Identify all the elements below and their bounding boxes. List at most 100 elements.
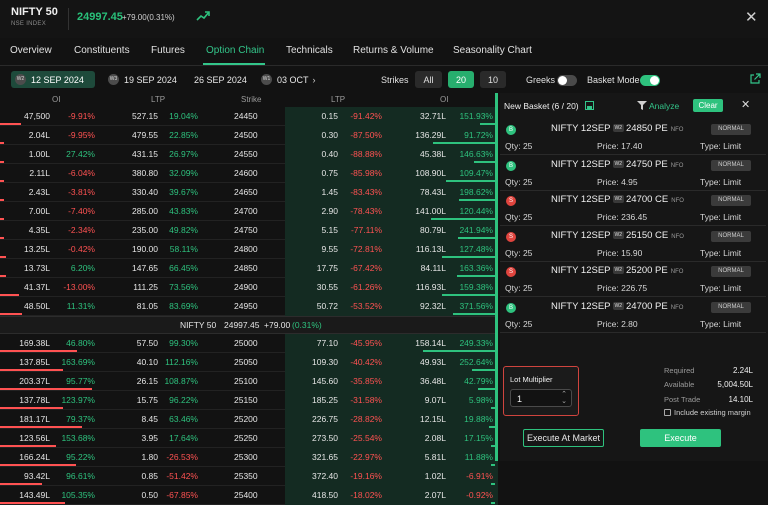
option-chain-row[interactable]: 7.00L -7.40% 285.00 43.83% 24700 2.90 -7… bbox=[0, 202, 498, 221]
option-chain-row[interactable]: 2.43L -3.81% 330.40 39.67% 24650 1.45 -8… bbox=[0, 183, 498, 202]
tab-futures[interactable]: Futures bbox=[151, 45, 185, 56]
put-ltp: 226.75 bbox=[312, 414, 338, 424]
basket-order[interactable]: S NIFTY 12SEP W2 25200 PE NFO NORMAL Qty: 2… bbox=[500, 262, 766, 297]
put-oi-change: -6.91% bbox=[466, 471, 493, 481]
chevron-right-icon[interactable]: › bbox=[313, 75, 316, 85]
call-ltp: 479.55 bbox=[132, 130, 158, 140]
put-oi-bar bbox=[491, 502, 495, 504]
option-chain-row[interactable]: 48.50L 11.31% 81.05 83.69% 24950 50.72 -… bbox=[0, 297, 498, 316]
lot-multiplier-input[interactable]: 1 ⌃ ⌄ bbox=[510, 389, 572, 407]
order-qty: Qty: 25 bbox=[505, 318, 533, 329]
put-oi: 36.48L bbox=[420, 376, 446, 386]
product-type-badge: NORMAL bbox=[711, 266, 751, 277]
tab-technicals[interactable]: Technicals bbox=[286, 45, 333, 56]
option-chain-row[interactable]: 123.56L 153.68% 3.95 17.64% 25250 273.50… bbox=[0, 429, 498, 448]
option-chain-row[interactable]: 137.78L 123.97% 15.75 96.22% 25150 185.2… bbox=[0, 391, 498, 410]
basket-order[interactable]: S NIFTY 12SEP W2 24700 CE NFO NORMAL Qty: 2… bbox=[500, 191, 766, 226]
include-margin-checkbox[interactable] bbox=[664, 409, 671, 416]
put-oi: 84.11L bbox=[420, 263, 446, 273]
expiry-chip[interactable]: W3 19 SEP 2024 bbox=[104, 71, 184, 88]
order-type: Type: Limit bbox=[700, 247, 742, 258]
put-ltp: 418.50 bbox=[312, 490, 338, 500]
expiry-chip[interactable]: W1 03 OCT › bbox=[257, 71, 321, 88]
tab-constituents[interactable]: Constituents bbox=[74, 45, 130, 56]
strikes-10-button[interactable]: 10 bbox=[480, 71, 506, 88]
product-type-badge: NORMAL bbox=[711, 159, 751, 171]
external-link-icon[interactable] bbox=[749, 73, 761, 87]
available-value: 5,004.50L bbox=[717, 380, 753, 389]
clear-button[interactable]: Clear bbox=[693, 99, 723, 112]
save-icon[interactable] bbox=[585, 101, 594, 112]
put-ltp: 0.30 bbox=[321, 130, 338, 140]
put-ltp: 185.25 bbox=[312, 395, 338, 405]
required-value: 2.24L bbox=[732, 366, 753, 375]
call-ltp: 26.15 bbox=[136, 376, 158, 386]
call-oi: 47,500 bbox=[24, 111, 50, 121]
basket-mode-toggle[interactable] bbox=[640, 75, 660, 86]
option-chain-row[interactable]: 137.85L 163.69% 40.10 112.16% 25050 109.… bbox=[0, 353, 498, 372]
option-chain-row[interactable]: 169.38L 46.80% 57.50 99.30% 25000 77.10 … bbox=[0, 334, 498, 353]
tab-option-chain[interactable]: Option Chain bbox=[206, 45, 264, 56]
put-ltp: 145.60 bbox=[312, 376, 338, 386]
order-side-badge: B bbox=[506, 160, 516, 171]
put-oi: 32.71L bbox=[420, 111, 446, 121]
tab-returns-volume[interactable]: Returns & Volume bbox=[353, 45, 434, 56]
basket-order[interactable]: S NIFTY 12SEP W2 25150 CE NFO NORMAL Qty: 2… bbox=[500, 227, 766, 262]
strikes-all-button[interactable]: All bbox=[415, 71, 442, 88]
call-oi-bar bbox=[0, 388, 93, 390]
call-oi-bar bbox=[0, 218, 4, 220]
option-chain-row[interactable]: 2.04L -9.95% 479.55 22.85% 24500 0.30 -8… bbox=[0, 126, 498, 145]
stepper-icon[interactable]: ⌃ ⌄ bbox=[561, 391, 567, 405]
put-oi-change: 120.44% bbox=[459, 206, 493, 216]
close-icon[interactable]: ✕ bbox=[741, 98, 750, 111]
call-ltp: 0.85 bbox=[141, 471, 158, 481]
put-oi-change: 371.56% bbox=[459, 301, 493, 311]
put-oi: 116.93L bbox=[415, 282, 446, 292]
strikes-20-button[interactable]: 20 bbox=[448, 71, 474, 88]
trend-up-icon[interactable] bbox=[196, 10, 210, 24]
greeks-toggle[interactable] bbox=[557, 75, 577, 86]
basket-order[interactable]: B NIFTY 12SEP W2 24700 PE NFO NORMAL Qty: 2… bbox=[500, 298, 766, 333]
expiry-chip[interactable]: 26 SEP 2024 bbox=[188, 71, 250, 88]
basket-order[interactable]: B NIFTY 12SEP W2 24750 PE NFO NORMAL Qty: 2… bbox=[500, 156, 766, 191]
put-oi: 78.43L bbox=[420, 187, 446, 197]
order-leg: 25200 PE bbox=[626, 265, 668, 276]
expiry-chip[interactable]: W2 12 SEP 2024 bbox=[11, 71, 95, 88]
filter-icon[interactable] bbox=[637, 101, 647, 112]
option-chain-row[interactable]: 41.37L -13.00% 111.25 73.56% 24900 30.55… bbox=[0, 278, 498, 297]
order-price: Price: 2.80 bbox=[597, 318, 638, 329]
call-oi-bar bbox=[0, 237, 4, 239]
option-chain-row[interactable]: 13.73L 6.20% 147.65 66.45% 24850 17.75 -… bbox=[0, 259, 498, 278]
put-oi-change: 19.88% bbox=[464, 414, 493, 424]
exchange-badge: NFO bbox=[670, 162, 684, 169]
option-chain-row[interactable]: 13.25L -0.42% 190.00 58.11% 24800 9.55 -… bbox=[0, 240, 498, 259]
call-oi-change: 11.31% bbox=[66, 301, 95, 311]
order-qty: Qty: 25 bbox=[505, 247, 533, 258]
option-chain-row[interactable]: 4.35L -2.34% 235.00 49.82% 24750 5.15 -7… bbox=[0, 221, 498, 240]
exchange-badge: NFO bbox=[670, 269, 684, 275]
put-ltp-change: -78.43% bbox=[350, 206, 382, 216]
basket-order[interactable]: B NIFTY 12SEP W2 24850 PE NFO NORMAL Qty: 2… bbox=[500, 120, 766, 155]
option-chain-row[interactable]: 47,500 -9.91% 527.15 19.04% 24450 0.15 -… bbox=[0, 107, 498, 126]
expiry-bar: W2 12 SEP 2024 W3 19 SEP 2024 26 SEP 2024 … bbox=[0, 69, 768, 91]
call-ltp-change: 58.11% bbox=[169, 244, 198, 254]
call-oi-change: 123.97% bbox=[61, 395, 95, 405]
put-oi: 116.13L bbox=[415, 244, 446, 254]
close-icon[interactable]: ✕ bbox=[745, 10, 758, 25]
option-chain-row[interactable]: 1.00L 27.42% 431.15 26.97% 24550 0.40 -8… bbox=[0, 145, 498, 164]
tab-overview[interactable]: Overview bbox=[10, 45, 52, 56]
option-chain-row[interactable]: 203.37L 95.77% 26.15 108.87% 25100 145.6… bbox=[0, 372, 498, 391]
option-chain-row[interactable]: 143.49L 105.35% 0.50 -67.85% 25400 418.5… bbox=[0, 486, 498, 505]
option-chain-row[interactable]: 2.11L -6.04% 380.80 32.09% 24600 0.75 -8… bbox=[0, 164, 498, 183]
execute-button[interactable]: Execute bbox=[640, 429, 721, 447]
tab-seasonality-chart[interactable]: Seasonality Chart bbox=[453, 45, 532, 56]
option-chain-row[interactable]: 93.42L 96.61% 0.85 -51.42% 25350 372.40 … bbox=[0, 467, 498, 486]
call-oi: 7.00L bbox=[28, 206, 50, 216]
option-chain-row[interactable]: 181.17L 79.37% 8.45 63.46% 25200 226.75 … bbox=[0, 410, 498, 429]
analyze-button[interactable]: Analyze bbox=[649, 101, 679, 111]
option-chain-row[interactable]: 166.24L 95.22% 1.80 -26.53% 25300 321.65… bbox=[0, 448, 498, 467]
call-oi-change: -13.00% bbox=[63, 282, 95, 292]
call-ltp: 380.80 bbox=[132, 168, 158, 178]
order-type: Type: Limit bbox=[700, 283, 742, 293]
execute-at-market-button[interactable]: Execute At Market bbox=[523, 429, 604, 447]
